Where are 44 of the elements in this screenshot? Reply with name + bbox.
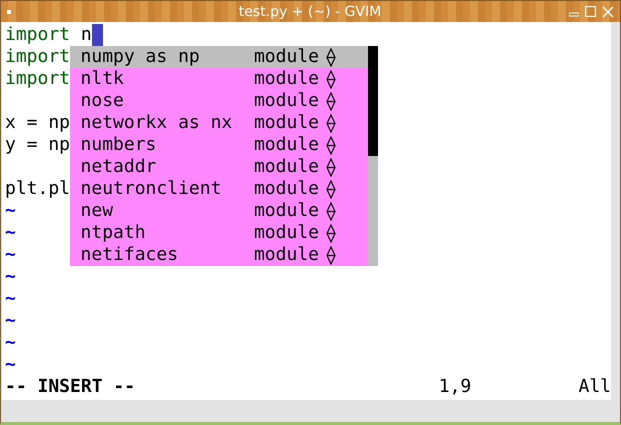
completion-item[interactable]: neutronclient module [70, 178, 368, 200]
kind-icon [326, 202, 336, 221]
close-icon[interactable] [602, 6, 614, 18]
mode-indicator: -- INSERT -- [5, 376, 136, 398]
kind-icon [326, 158, 336, 177]
code-line: y = np [5, 134, 70, 156]
empty-line-marker: ~ [5, 266, 16, 288]
kind-icon [326, 48, 336, 67]
kind-icon [326, 224, 336, 243]
code-line: import [5, 46, 70, 68]
code-line: plt.pl [5, 178, 70, 200]
code-line: import n [5, 24, 92, 46]
scrollbar-thumb[interactable] [368, 46, 378, 156]
kind-icon [326, 180, 336, 199]
empty-line-marker: ~ [5, 222, 16, 244]
editor-area[interactable] [2, 22, 611, 400]
empty-line-marker: ~ [5, 244, 16, 266]
completion-item[interactable]: nltk module [70, 68, 368, 90]
scroll-position: All [578, 376, 611, 398]
window-title: test.py + (~) - GVIM [238, 4, 382, 20]
window-menu-icon[interactable] [7, 10, 11, 14]
kind-icon [326, 136, 336, 155]
completion-item[interactable]: ntpath module [70, 222, 368, 244]
completion-item[interactable]: numbers module [70, 134, 368, 156]
completion-item[interactable]: new module [70, 200, 368, 222]
kind-icon [326, 246, 336, 265]
kind-icon [326, 70, 336, 89]
code-line: x = np [5, 112, 70, 134]
empty-line-marker: ~ [5, 288, 16, 310]
code-line: import [5, 68, 70, 90]
completion-item[interactable]: networkx as nx module [70, 112, 368, 134]
completion-item[interactable]: netifaces module [70, 244, 368, 266]
maximize-icon[interactable] [585, 6, 596, 17]
kind-icon [326, 92, 336, 111]
kind-icon [326, 114, 336, 133]
completion-item[interactable]: netaddr module [70, 156, 368, 178]
empty-line-marker: ~ [5, 310, 16, 332]
empty-line-marker: ~ [5, 200, 16, 222]
empty-line-marker: ~ [5, 332, 16, 354]
cursor-position: 1,9 [438, 376, 472, 398]
empty-line-marker: ~ [5, 354, 16, 376]
scrollbar[interactable] [368, 46, 378, 266]
completion-item[interactable]: nose module [70, 90, 368, 112]
completion-item[interactable]: numpy as np module [70, 46, 368, 68]
